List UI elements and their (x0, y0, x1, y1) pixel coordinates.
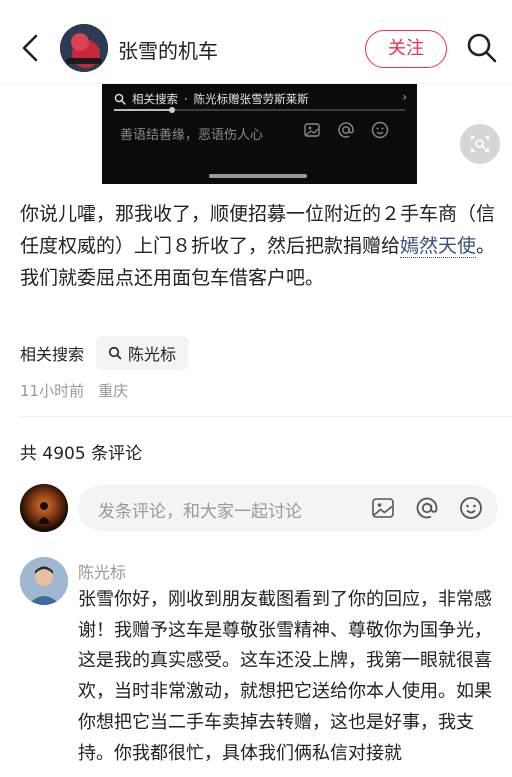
image-search-button[interactable] (460, 124, 500, 164)
post-body: 你说儿嚯，那我收了，顺便招募一位附近的２手车商（信任度权威的）上门８折收了，然后… (20, 198, 496, 294)
at-icon (338, 122, 354, 138)
media-progress-knob (169, 107, 176, 113)
post-meta: 11小时前 重庆 (20, 380, 128, 401)
comment-input-placeholder: 发条评论，和大家一起讨论 (98, 502, 302, 522)
embedded-screenshot[interactable]: 相关搜索 · 陈光标赠张雪劳斯莱斯 › 善语结善缘，恶语伤人心 (102, 84, 417, 184)
comment-input-actions (370, 495, 484, 521)
emoji-icon[interactable] (458, 495, 484, 521)
post-paragraph-1: 你说儿嚯，那我收了，顺便招募一位附近的２手车商（信任度权威的）上门８折收了，然后… (20, 203, 496, 258)
search-icon (108, 346, 122, 360)
media-progress-fill (114, 109, 173, 111)
media-search-prefix: 相关搜索 (132, 92, 178, 106)
comment-input[interactable]: 发条评论，和大家一起讨论 (78, 485, 498, 531)
commenter-name[interactable]: 陈光标 (78, 559, 126, 583)
commenter-avatar[interactable] (20, 557, 68, 605)
top-bar: 张雪的机车 关注 (0, 0, 512, 84)
author-avatar[interactable] (60, 24, 108, 72)
divider (20, 416, 512, 417)
media-search-text: 陈光标赠张雪劳斯莱斯 (193, 92, 309, 106)
search-button[interactable] (464, 30, 500, 66)
post-paragraph-2: 我们就委屈点还用面包车借客户吧。 (20, 267, 325, 289)
related-search-chip[interactable]: 陈光标 (96, 336, 189, 370)
image-icon (304, 123, 320, 137)
follow-button[interactable]: 关注 (365, 30, 447, 68)
related-search-chip-label: 陈光标 (128, 345, 177, 364)
chevron-right-icon: › (402, 90, 407, 104)
comment-text: 张雪你好，刚收到朋友截图看到了你的回应，非常感谢！我赠予这车是尊敬张雪精神、尊敬… (78, 589, 492, 764)
author-name[interactable]: 张雪的机车 (118, 35, 218, 64)
post-time: 11小时前 (20, 382, 85, 400)
media-comment-placeholder: 善语结善缘，恶语伤人心 (120, 128, 264, 143)
at-icon[interactable] (414, 495, 440, 521)
media-icons (302, 120, 390, 140)
topic-link[interactable]: 嫣然天使 (400, 235, 477, 258)
media-search-bar: 相关搜索 · 陈光标赠张雪劳斯莱斯 › (114, 90, 407, 108)
scan-icon (471, 136, 489, 152)
related-search-label: 相关搜索 (20, 345, 85, 364)
current-user-avatar (20, 484, 68, 532)
related-search-row: 相关搜索 陈光标 (20, 336, 189, 370)
back-icon (22, 34, 38, 62)
home-indicator (209, 174, 307, 178)
search-icon (467, 33, 497, 63)
search-icon (114, 93, 126, 105)
media-progress-bar (114, 107, 405, 113)
image-icon[interactable] (370, 495, 396, 521)
back-button[interactable] (14, 30, 50, 66)
emoji-icon (371, 121, 389, 139)
comments-count: 共 4905 条评论 (20, 444, 143, 464)
post-location: 重庆 (98, 382, 129, 400)
